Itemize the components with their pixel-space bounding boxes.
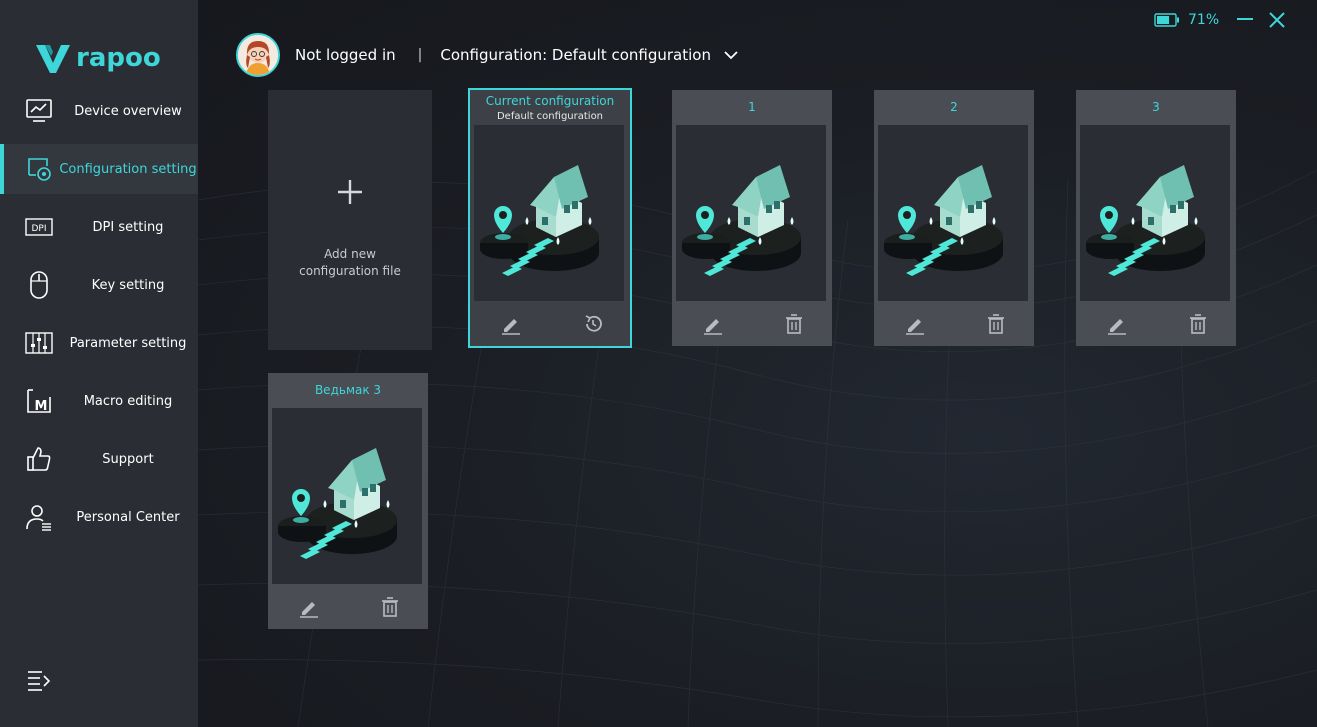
config-thumbnail bbox=[676, 125, 826, 301]
house-illustration bbox=[884, 165, 1003, 276]
chevron-down-icon[interactable] bbox=[723, 47, 739, 63]
rapoo-v-icon bbox=[36, 45, 70, 73]
edit-icon[interactable] bbox=[500, 313, 522, 335]
minimize-button[interactable] bbox=[1234, 9, 1256, 31]
config-thumbnail bbox=[1080, 125, 1230, 301]
sidebar-item-macro-editing[interactable]: M Macro editing bbox=[0, 376, 198, 426]
svg-text:DPI: DPI bbox=[31, 224, 46, 234]
battery-status: 71% bbox=[1154, 12, 1219, 28]
edit-icon[interactable] bbox=[1106, 313, 1128, 335]
thumbs-up-icon bbox=[24, 444, 54, 474]
login-status[interactable]: Not logged in bbox=[295, 46, 396, 64]
close-icon bbox=[1269, 12, 1285, 28]
edit-icon[interactable] bbox=[298, 596, 320, 618]
battery-icon bbox=[1154, 13, 1179, 27]
sidebar-item-label: DPI setting bbox=[92, 219, 164, 235]
config-card-current[interactable]: Current configuration Default configurat… bbox=[468, 88, 632, 348]
current-configuration-label[interactable]: Configuration: Default configuration bbox=[440, 46, 711, 64]
card-title: 2 bbox=[950, 100, 958, 114]
sidebar-item-key-setting[interactable]: Key setting bbox=[0, 260, 198, 310]
config-thumbnail bbox=[272, 408, 422, 584]
minimize-icon bbox=[1237, 18, 1253, 20]
config-card-4[interactable]: Ведьмак 3 bbox=[268, 373, 428, 629]
sidebar-item-configuration-setting[interactable]: Configuration setting bbox=[0, 144, 198, 194]
card-title: Current configuration bbox=[485, 94, 615, 108]
config-thumbnail bbox=[474, 125, 624, 301]
add-label-line1: Add new bbox=[324, 247, 376, 261]
house-illustration bbox=[278, 448, 397, 559]
add-configuration-card[interactable]: Add new configuration file bbox=[268, 90, 432, 350]
dpi-icon: DPI bbox=[24, 212, 54, 242]
sidebar-item-device-overview[interactable]: Device overview bbox=[0, 86, 198, 136]
sidebar: rapoo Device overview Configuration sett… bbox=[0, 0, 198, 727]
house-illustration bbox=[480, 165, 599, 276]
user-list-icon bbox=[24, 502, 54, 532]
user-avatar-icon bbox=[238, 35, 278, 75]
monitor-chart-icon bbox=[24, 96, 54, 126]
config-card-2[interactable]: 2 bbox=[874, 90, 1034, 346]
avatar[interactable] bbox=[236, 33, 280, 77]
sidebar-item-label: Macro editing bbox=[83, 393, 173, 409]
card-subtitle: Default configuration bbox=[496, 111, 604, 122]
sidebar-item-dpi-setting[interactable]: DPI DPI setting bbox=[0, 202, 198, 252]
menu-collapse-icon[interactable] bbox=[26, 667, 52, 693]
svg-text:M: M bbox=[35, 399, 48, 414]
sidebar-item-parameter-setting[interactable]: Parameter setting bbox=[0, 318, 198, 368]
brand-name: rapoo bbox=[76, 43, 161, 73]
card-title: 3 bbox=[1152, 100, 1160, 114]
sidebar-item-label: Key setting bbox=[91, 277, 165, 293]
header: Not logged in | Configuration: Default c… bbox=[236, 33, 739, 77]
config-card-1[interactable]: 1 bbox=[672, 90, 832, 346]
config-card-3[interactable]: 3 bbox=[1076, 90, 1236, 346]
house-illustration bbox=[1086, 165, 1205, 276]
sidebar-item-label: Support bbox=[102, 451, 154, 467]
house-illustration bbox=[682, 165, 801, 276]
main-area: 71% Not logged in | Configuration: Defau… bbox=[198, 0, 1317, 727]
sidebar-item-label: Configuration setting bbox=[59, 161, 197, 177]
trash-icon[interactable] bbox=[379, 596, 401, 618]
plus-icon bbox=[338, 180, 362, 204]
sidebar-item-support[interactable]: Support bbox=[0, 434, 198, 484]
rapoo-logo: rapoo bbox=[36, 42, 161, 74]
sidebar-item-label: Parameter setting bbox=[69, 335, 187, 351]
header-divider: | bbox=[417, 47, 423, 63]
battery-percent: 71% bbox=[1188, 12, 1220, 28]
edit-icon[interactable] bbox=[702, 313, 724, 335]
reset-icon[interactable] bbox=[582, 313, 604, 335]
card-title: Ведьмак 3 bbox=[314, 383, 382, 397]
trash-icon[interactable] bbox=[985, 313, 1007, 335]
macro-m-icon: M bbox=[24, 386, 54, 416]
config-gear-icon bbox=[24, 154, 54, 184]
sidebar-item-label: Device overview bbox=[74, 103, 182, 119]
add-label-line2: configuration file bbox=[299, 264, 401, 278]
trash-icon[interactable] bbox=[783, 313, 805, 335]
mouse-icon bbox=[24, 270, 54, 300]
sliders-icon bbox=[24, 328, 54, 358]
card-title: 1 bbox=[748, 100, 756, 114]
close-button[interactable] bbox=[1266, 9, 1288, 31]
edit-icon[interactable] bbox=[904, 313, 926, 335]
config-thumbnail bbox=[878, 125, 1028, 301]
sidebar-item-label: Personal Center bbox=[76, 509, 180, 525]
sidebar-item-personal-center[interactable]: Personal Center bbox=[0, 492, 198, 542]
add-configuration-label: Add new configuration file bbox=[268, 246, 432, 280]
trash-icon[interactable] bbox=[1187, 313, 1209, 335]
